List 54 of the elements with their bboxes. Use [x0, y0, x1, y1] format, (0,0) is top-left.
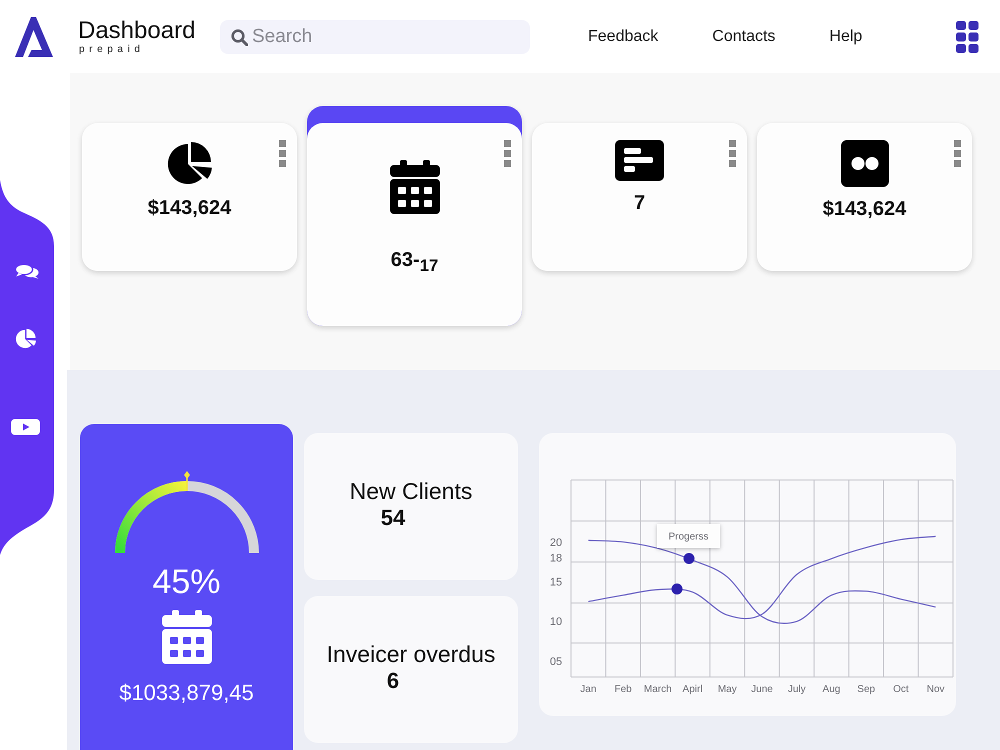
axis-label: Nov [926, 684, 945, 695]
more-options-icon[interactable] [729, 140, 736, 167]
axis-label: 18 [550, 552, 562, 565]
more-options-icon[interactable] [954, 140, 961, 167]
axis-label: 10 [550, 616, 562, 628]
more-options-icon[interactable] [279, 140, 286, 167]
progress-reading: 45% [152, 562, 221, 602]
stat-card[interactable]: 7 [532, 123, 747, 271]
two-dots-icon [840, 140, 888, 187]
nav-link[interactable]: Help [829, 28, 862, 46]
play-icon[interactable] [11, 419, 40, 435]
chat-icon[interactable] [15, 264, 39, 279]
app-title: Dashboard [78, 18, 196, 44]
stat-value: 7 [634, 191, 646, 215]
stat-card[interactable]: $143,624 [82, 123, 297, 271]
nav-link[interactable]: Feedback [588, 28, 658, 46]
axis-label: Sep [857, 684, 876, 695]
axis-label: Jan [580, 684, 596, 695]
app-subtitle: prepaid [79, 44, 145, 55]
grid-menu-icon[interactable] [956, 20, 979, 52]
axis-label: 20 [550, 536, 562, 549]
axis-label: May [718, 684, 737, 695]
axis-label: Oct [893, 684, 909, 695]
axis-label: Apirl [682, 684, 703, 695]
point-marker-icon [684, 553, 694, 564]
stat-value: 63-$_{17}$ [390, 248, 438, 277]
amount-value: $1033,879,45 [119, 680, 254, 706]
nav-link[interactable]: Contacts [712, 28, 776, 46]
bar-list-icon [615, 140, 664, 181]
calendar-icon [390, 160, 440, 214]
axis-label: March [644, 684, 672, 695]
more-options-icon[interactable] [504, 140, 511, 167]
axis-label: Feb [614, 684, 632, 695]
annotation: Progerss [668, 532, 709, 542]
stat-card[interactable]: 63-$_{17}$ [307, 106, 522, 326]
stat-card[interactable]: $143,624 [757, 123, 972, 271]
info-value: 54 [380, 504, 406, 530]
info-label: New Clients [350, 476, 472, 504]
pie-chart-icon[interactable] [15, 328, 37, 349]
info-label: Inveicer overdus [326, 640, 496, 668]
axis-label: 05 [550, 656, 562, 668]
logo-icon [15, 16, 53, 56]
axis-label: June [751, 684, 773, 695]
axis-label: Aug [822, 684, 840, 695]
pie-chart-icon [166, 140, 214, 186]
axis-label: July [788, 684, 806, 695]
search-icon [231, 28, 248, 46]
search-field[interactable]: Search [220, 20, 530, 54]
axis-label: 15 [550, 576, 562, 589]
info-value: 6 [386, 668, 400, 694]
calendar-icon [162, 610, 212, 664]
stat-value: $143,624 [822, 197, 906, 221]
point-marker-icon [672, 584, 682, 594]
stat-value: $143,624 [148, 196, 232, 220]
